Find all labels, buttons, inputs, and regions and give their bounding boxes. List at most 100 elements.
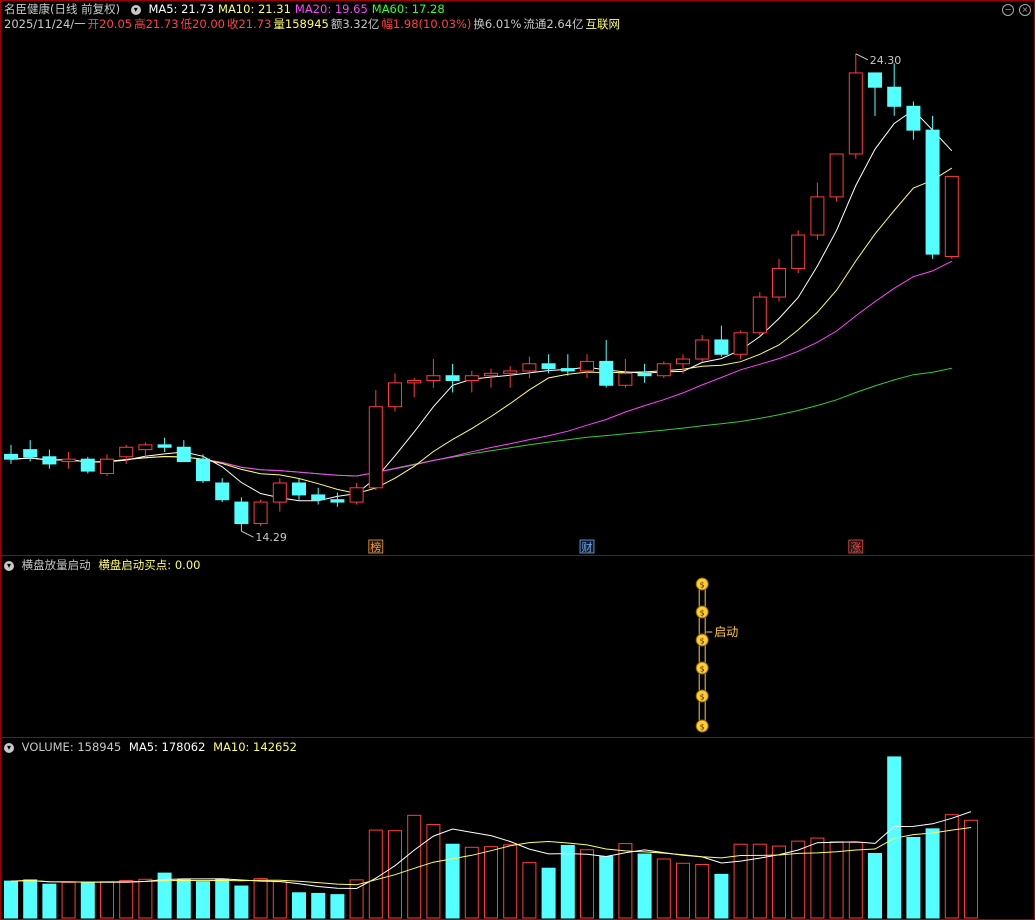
quote-item-7: 换6.01% <box>473 17 522 31</box>
money-bag-glyph-2: $ <box>700 637 705 646</box>
quote-item-5: 额3.32亿 <box>330 17 380 31</box>
candle-25 <box>484 372 498 377</box>
volume-bar-31 <box>599 856 614 919</box>
volume-toggle-icon[interactable]: ▾ <box>4 742 14 753</box>
quote-item-9: 互联网 <box>585 17 621 31</box>
candle-23 <box>445 375 460 381</box>
candle-20 <box>388 382 402 408</box>
candle-9 <box>176 446 191 463</box>
high-pointer <box>855 53 869 61</box>
volume-bar-50 <box>964 819 978 919</box>
candle-24 <box>464 375 479 381</box>
volume-bar-36 <box>695 864 710 919</box>
volume-bar-43 <box>829 841 844 919</box>
candle-14 <box>272 482 287 503</box>
volume-bar-16 <box>311 892 326 919</box>
volume-ma10-label: MA10: 142652 <box>213 740 297 754</box>
quote-item-6: 幅1.98(10.03%) <box>381 17 472 31</box>
quote-item-4: 量158945 <box>273 17 329 31</box>
date-label: 2025/11/24/一 <box>4 17 86 31</box>
candle-6 <box>119 446 134 458</box>
candle-42 <box>810 196 825 236</box>
candle-41 <box>791 234 806 269</box>
volume-bar-11 <box>215 878 230 919</box>
volume-bar-15 <box>292 892 306 919</box>
collapse-icon[interactable]: − <box>1002 4 1014 16</box>
candle-30 <box>580 360 594 372</box>
volume-bar-2 <box>42 883 57 919</box>
candle-28 <box>541 363 556 370</box>
volume-bar-48 <box>925 828 940 919</box>
volume-bar-44 <box>848 841 863 919</box>
candle-21 <box>407 379 422 384</box>
money-bag-glyph-1: $ <box>700 609 705 618</box>
low-price-label: 14.29 <box>255 531 287 544</box>
quote-item-2: 低20.00 <box>180 17 225 31</box>
candle-11 <box>215 482 230 501</box>
candle-33 <box>637 372 652 377</box>
candle-43 <box>829 153 844 198</box>
candle-34 <box>656 363 671 377</box>
candle-32 <box>618 372 633 386</box>
indicator-title: 横盘放量启动 <box>21 558 91 572</box>
ma-label-3: MA60: 17.28 <box>371 2 445 16</box>
money-bag-glyph-3: $ <box>700 665 705 674</box>
volume-bar-28 <box>541 867 556 919</box>
candle-39 <box>752 296 767 334</box>
close-icon[interactable]: × <box>1019 4 1031 16</box>
volume-label: VOLUME: 158945 <box>21 740 122 754</box>
candle-38 <box>733 332 748 355</box>
high-price-label: 24.30 <box>870 54 902 67</box>
money-bag-glyph-4: $ <box>700 693 705 702</box>
candle-22 <box>426 375 441 381</box>
ma5-line <box>10 109 953 502</box>
volume-bar-25 <box>484 846 498 919</box>
candle-48 <box>925 129 940 255</box>
candle-46 <box>887 86 902 107</box>
volume-bar-42 <box>810 837 825 919</box>
candle-35 <box>676 358 690 365</box>
candle-17 <box>330 499 345 503</box>
volume-bar-45 <box>868 852 882 919</box>
money-bag-glyph-5: $ <box>700 723 705 732</box>
volume-ma5-label: MA5: 178062 <box>128 740 206 754</box>
volume-bar-32 <box>618 843 633 919</box>
candle-36 <box>695 339 710 360</box>
volume-bar-4 <box>80 882 95 919</box>
volume-bar-40 <box>772 845 786 919</box>
candle-45 <box>868 72 882 88</box>
indicator-toggle-icon[interactable]: ▾ <box>4 560 14 571</box>
money-bag-glyph-0: $ <box>700 581 705 590</box>
candle-10 <box>196 458 210 482</box>
volume-bar-5 <box>100 881 114 919</box>
quote-line: 2025/11/24/一 开20.05 高21.73 低20.00 收21.73 量158… <box>4 17 626 31</box>
ma-label-0: MA5: 21.73 <box>148 2 215 16</box>
volume-bar-29 <box>560 844 575 919</box>
ma-labels: MA5: 21.73 MA10: 21.31 MA20: 19.65 MA60: 17… <box>148 2 448 16</box>
chart-canvas[interactable]: 24.30 14.29 榜 财 涨 $ $ $ $ $ $ 启动 <box>0 0 1035 920</box>
volume-bar-22 <box>426 824 441 919</box>
event-marker-0: 榜 <box>370 540 381 554</box>
volume-header: ▾ VOLUME: 158945 MA5: 178062 MA10: 14265… <box>4 740 301 754</box>
volume-bar-30 <box>580 849 594 919</box>
candle-0 <box>4 453 18 460</box>
candle-37 <box>714 339 729 355</box>
candle-16 <box>311 494 326 501</box>
volume-bar-0 <box>4 880 18 919</box>
price-panel-toggle-icon[interactable]: ▾ <box>130 4 141 15</box>
volume-bar-9 <box>176 879 191 919</box>
volume-bar-10 <box>196 881 210 919</box>
indicator-header: ▾ 横盘放量启动 横盘启动买点: 0.00 <box>4 558 204 572</box>
volume-bar-24 <box>464 846 479 919</box>
event-marker-1: 财 <box>582 540 593 554</box>
candle-12 <box>234 501 249 525</box>
candle-31 <box>599 360 614 386</box>
volume-bar-26 <box>503 844 518 919</box>
candle-8 <box>157 444 172 448</box>
volume-bar-12 <box>234 885 249 919</box>
event-marker-2: 涨 <box>850 541 861 554</box>
volume-bar-35 <box>676 862 690 919</box>
volume-bar-17 <box>330 894 345 919</box>
candle-1 <box>23 449 38 458</box>
volume-bar-34 <box>656 858 671 919</box>
